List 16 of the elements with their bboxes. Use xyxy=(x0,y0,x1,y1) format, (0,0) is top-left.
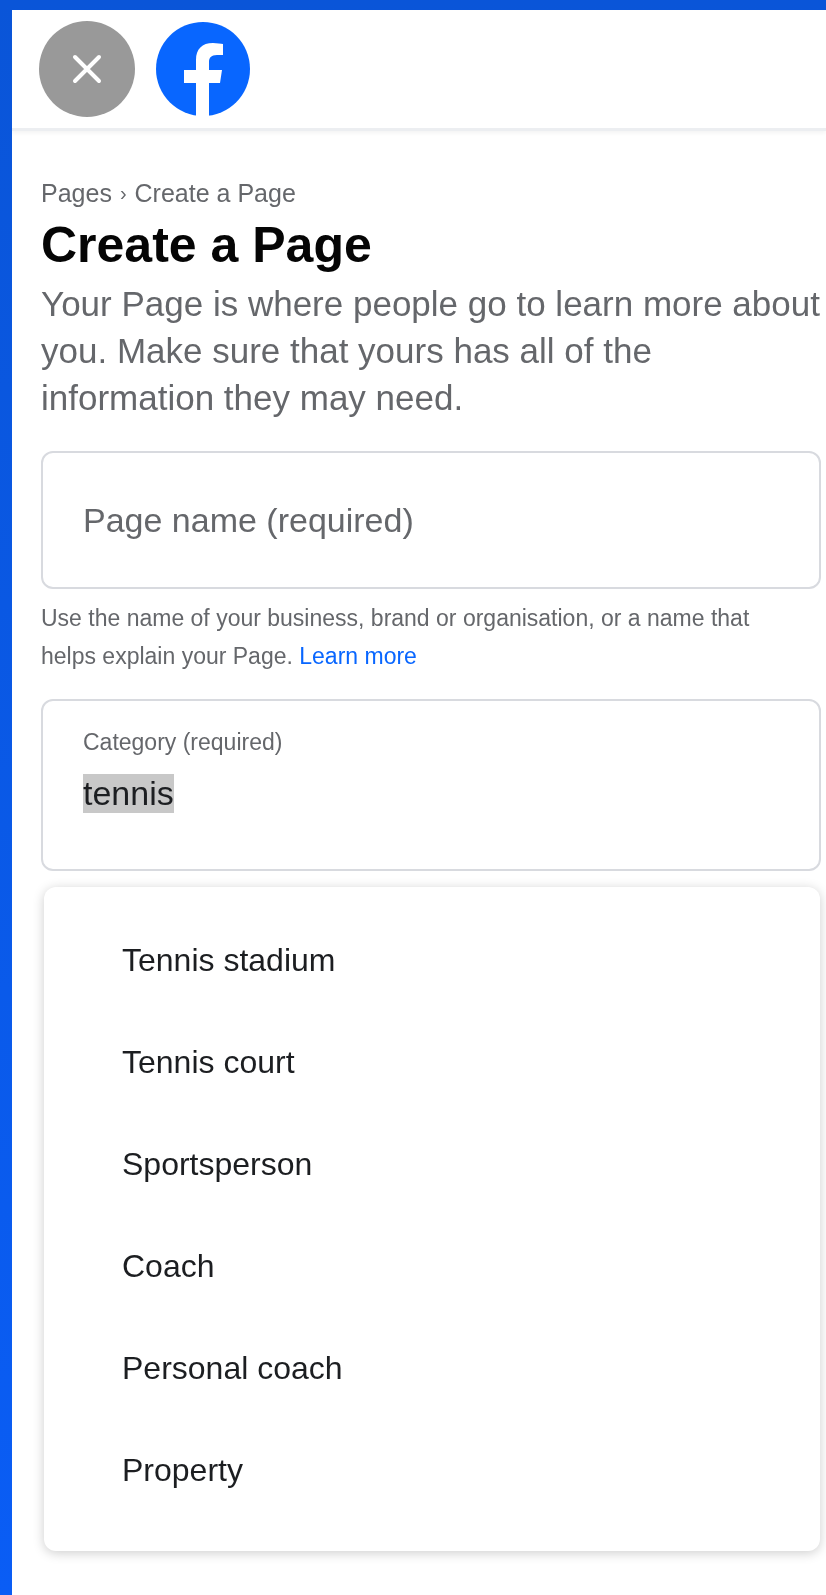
breadcrumb-separator: › xyxy=(119,182,127,205)
breadcrumb-current: Create a Page xyxy=(134,179,296,208)
page-title: Create a Page xyxy=(41,216,373,274)
suggestion-option[interactable]: Coach xyxy=(44,1215,820,1317)
facebook-logo-icon[interactable] xyxy=(155,21,251,117)
page-name-field[interactable]: Page name (required) xyxy=(41,451,821,589)
description-text: Your Page is where people go to learn more about you. Make sure that yours has all of the information they may need. xyxy=(41,283,821,419)
breadcrumb-link[interactable]: Pages xyxy=(41,179,112,208)
helper-text: Use the name of your business, brand or organisation, or a name that helps explain your Page. Learn more xyxy=(41,604,751,671)
suggestion-option[interactable]: Personal coach xyxy=(44,1317,820,1419)
suggestion-option[interactable]: Tennis stadium xyxy=(44,909,820,1011)
category-field[interactable]: Category (required) tennis xyxy=(41,699,821,871)
suggestion-option[interactable]: Sportsperson xyxy=(44,1113,820,1215)
suggestion-option[interactable]: Tennis court xyxy=(44,1011,820,1113)
learn-more-link[interactable]: Learn more xyxy=(299,643,417,669)
suggestion-option[interactable]: Property xyxy=(44,1419,820,1521)
